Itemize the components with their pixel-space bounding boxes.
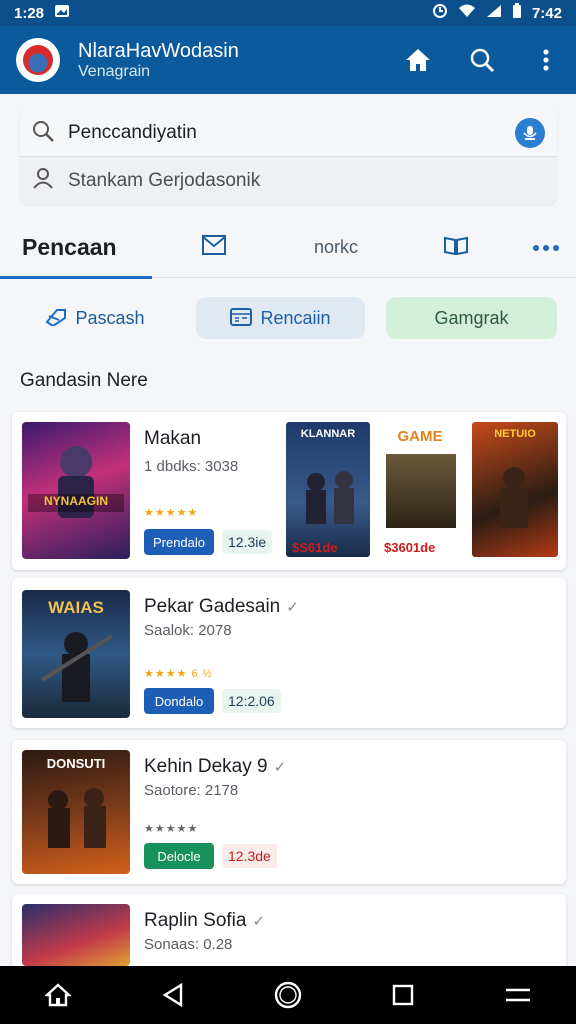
list-item[interactable]: Raplin Sofia ✓ Sonaas: 0.28 — [12, 894, 566, 974]
filter-chips: Pascash Rencaiin Gamgrak — [0, 297, 576, 339]
chip-label: Rencaiin — [260, 307, 331, 328]
tab-label: Pencaan — [22, 234, 117, 260]
notification-icon — [54, 4, 70, 22]
game-thumbnail: WAIAS — [22, 590, 130, 718]
status-time-right: 7:42 — [531, 4, 562, 22]
item-price: 12:2.06 — [222, 689, 281, 713]
game-thumbnail: NYNAAGIN — [22, 422, 130, 559]
search-input[interactable]: Penccandiyatin — [20, 110, 557, 157]
thumbnail-text: WAIAS — [48, 598, 104, 617]
mini-cover[interactable]: NETUIO — [472, 422, 558, 557]
app-logo[interactable] — [16, 38, 60, 82]
mini-price: $S61de — [292, 540, 338, 555]
search-icon — [32, 120, 54, 147]
chip-label: Gamgrak — [434, 307, 509, 328]
tab-bar: Pencaan norkc — [0, 218, 576, 279]
chip-label: Pascash — [75, 307, 145, 328]
tab-mail[interactable] — [152, 218, 276, 278]
tab-book[interactable] — [396, 218, 516, 278]
microphone-icon[interactable] — [515, 118, 545, 148]
system-nav-bar — [0, 966, 576, 1024]
thumbnail-text: NYNAAGIN — [43, 494, 108, 508]
mail-icon — [202, 235, 226, 260]
verified-icon: ✓ — [286, 599, 299, 616]
status-bar: 1:28 7:42 — [0, 0, 576, 26]
menu-icon[interactable] — [498, 975, 538, 1015]
game-thumbnail: DONSUTI — [22, 750, 130, 874]
app-bar: NlaraHavWodasin Venagrain — [0, 26, 576, 94]
more-horiz-icon — [532, 239, 560, 257]
tab-label: norkc — [313, 237, 358, 257]
app-title: NlaraHavWodasin — [78, 40, 239, 62]
item-title: Kehin Dekay 9 ✓ — [144, 756, 287, 777]
tab-more[interactable] — [516, 218, 576, 278]
mini-cover[interactable]: KLANNAR — [286, 422, 370, 557]
book-icon — [443, 235, 469, 260]
item-button[interactable]: Dondalo — [144, 688, 214, 714]
item-title: Pekar Gadesain ✓ — [144, 596, 299, 617]
list-item[interactable]: DONSUTI Kehin Dekay 9 ✓ Saotore: 2178 ★★★… — [12, 740, 566, 884]
item-meta: 1 dbdks: 3038 — [144, 458, 239, 475]
more-vert-icon[interactable] — [532, 46, 560, 74]
search-suggestion[interactable]: Stankam Gerjodasonik — [20, 157, 557, 204]
back-icon[interactable] — [153, 975, 193, 1015]
search-icon[interactable] — [468, 46, 496, 74]
signal-icon — [486, 4, 502, 22]
mini-price: $3601de — [384, 540, 436, 555]
recents-icon[interactable] — [383, 975, 423, 1015]
item-title: Raplin Sofia ✓ — [144, 910, 266, 931]
status-time: 1:28 — [14, 4, 45, 22]
mini-banner: GAME — [397, 428, 443, 445]
chip-pascash[interactable]: Pascash — [20, 297, 170, 339]
home-icon[interactable] — [404, 46, 432, 74]
calendar-icon — [230, 306, 253, 331]
search-query: Penccandiyatin — [68, 122, 197, 143]
item-price: 12.3ie — [222, 530, 273, 554]
list-item[interactable]: NYNAAGIN Makan 1 dbdks: 3038 ★★★★★ Prend… — [12, 412, 566, 570]
star-rating: ★★★★★ — [144, 823, 199, 835]
battery-icon — [512, 3, 522, 23]
item-price: 12.3de — [222, 844, 277, 868]
alarm-icon — [432, 3, 448, 23]
thumbnail-text: DONSUTI — [46, 756, 106, 771]
mini-banner: NETUIO — [494, 428, 536, 440]
person-icon — [32, 167, 54, 194]
item-meta: Saalok: 2078 — [144, 622, 232, 639]
tab-pencaan[interactable]: Pencaan — [0, 218, 152, 279]
list-item[interactable]: WAIAS Pekar Gadesain ✓ Saalok: 2078 ★★★★ … — [12, 578, 566, 728]
item-title: Makan — [144, 428, 202, 449]
tab-norkc[interactable]: norkc — [276, 218, 396, 278]
star-rating: ★★★★★ — [144, 507, 199, 519]
verified-icon: ✓ — [252, 913, 266, 930]
verified-icon: ✓ — [273, 759, 287, 776]
suggestion-text: Stankam Gerjodasonik — [68, 169, 261, 191]
wifi-icon — [458, 4, 476, 22]
item-button[interactable]: Prendalo — [144, 529, 214, 555]
game-thumbnail — [22, 904, 130, 966]
search-box: Penccandiyatin Stankam Gerjodasonik — [20, 110, 557, 204]
chip-gamgrak[interactable]: Gamgrak — [386, 297, 557, 339]
home-icon[interactable] — [38, 975, 78, 1015]
section-title: Gandasin Nere — [20, 370, 148, 391]
star-rating: ★★★★ 6 ½ — [144, 668, 213, 680]
circle-home-icon[interactable] — [268, 975, 308, 1015]
item-meta: Saotore: 2178 — [144, 782, 239, 799]
chip-rencaiin[interactable]: Rencaiin — [196, 297, 365, 339]
mini-cover[interactable]: GAME — [380, 422, 460, 557]
item-button[interactable]: Delocle — [144, 843, 214, 869]
tag-icon — [45, 306, 67, 331]
app-subtitle: Venagrain — [78, 63, 151, 80]
item-meta: Sonaas: 0.28 — [144, 936, 233, 953]
mini-banner: KLANNAR — [300, 428, 356, 440]
